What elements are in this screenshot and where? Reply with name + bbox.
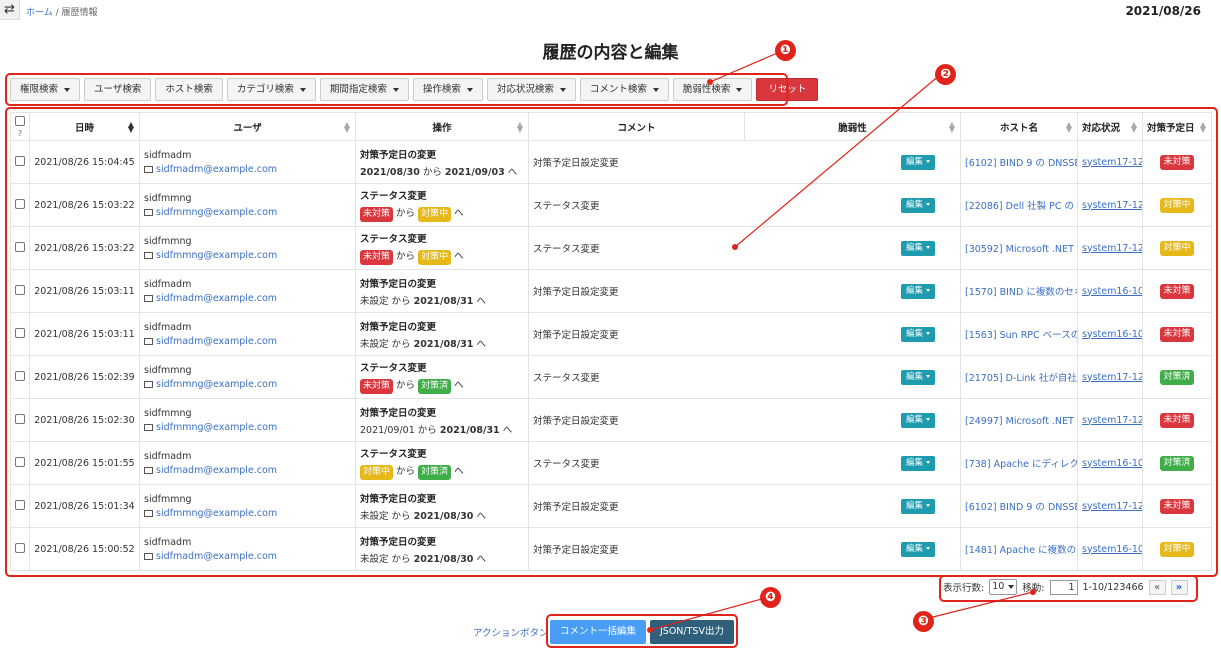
annotation-dot-2 [732,244,738,250]
annotation-line-4 [649,596,770,631]
annotation-line-1 [709,50,783,83]
annotation-marker-3: ❸ [913,611,934,632]
annotation-line-3 [924,591,1034,620]
annotation-dot-4 [647,627,653,633]
annotation-dot-3 [1030,589,1036,595]
annotation-line-2 [734,73,942,248]
annotation-dot-1 [707,79,713,85]
annotation-lines [647,50,1036,633]
annotation-marker-4: ❹ [760,587,781,608]
annotation-marker-1: ❶ [775,40,796,61]
annotation-marker-2: ❷ [935,64,956,85]
